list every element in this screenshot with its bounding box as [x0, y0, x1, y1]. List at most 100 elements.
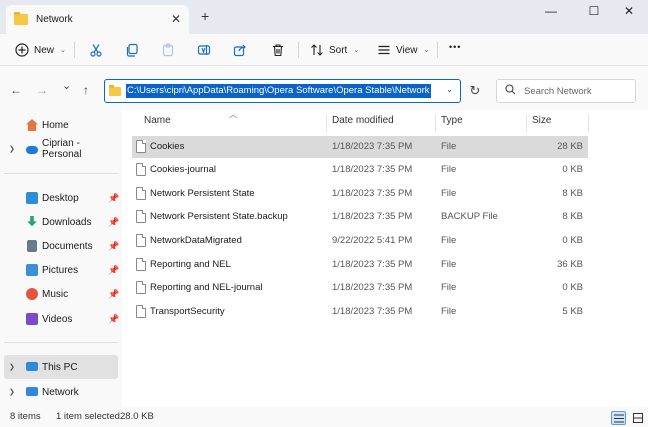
- selection-count: 1 item selected: [56, 411, 120, 422]
- sidebar-item-onedrive[interactable]: ❯ Ciprian - Personal: [0, 137, 118, 161]
- copy-button[interactable]: [124, 42, 140, 58]
- close-window-button[interactable]: ✕: [619, 4, 639, 18]
- search-input[interactable]: [524, 85, 624, 97]
- new-label: New: [34, 44, 55, 56]
- file-type: File: [441, 188, 457, 199]
- sidebar-item-this-pc[interactable]: ❯ This PC: [4, 355, 118, 379]
- file-icon: [136, 187, 146, 200]
- column-divider[interactable]: [526, 114, 527, 132]
- forward-button[interactable]: →: [36, 83, 48, 97]
- new-button[interactable]: New ⌄: [14, 42, 66, 58]
- file-icon: [136, 140, 146, 153]
- details-view-button[interactable]: [611, 411, 626, 425]
- sidebar-item-downloads[interactable]: Downloads 📌: [0, 210, 119, 234]
- cut-icon: [88, 42, 104, 58]
- sidebar-item-network[interactable]: ❯ Network: [0, 380, 118, 404]
- chevron-down-icon: ⌄: [60, 47, 66, 54]
- new-tab-button[interactable]: +: [201, 8, 209, 24]
- chevron-right-icon[interactable]: ❯: [9, 363, 15, 371]
- file-row[interactable]: Reporting and NEL-journal 1/18/2023 7:35…: [132, 277, 588, 299]
- sort-button[interactable]: Sort ⌄: [309, 42, 359, 58]
- sidebar-item-label: Downloads: [42, 216, 92, 228]
- chevron-right-icon[interactable]: ❯: [9, 145, 15, 153]
- sidebar-item-label: Desktop: [42, 192, 79, 204]
- up-button[interactable]: ↑: [83, 83, 89, 97]
- chevron-right-icon[interactable]: ❯: [9, 388, 15, 396]
- column-divider[interactable]: [326, 114, 327, 132]
- paste-button[interactable]: [160, 42, 176, 58]
- pin-icon: 📌: [108, 192, 120, 203]
- file-row[interactable]: Cookies 1/18/2023 7:35 PM File 28 KB: [132, 136, 588, 158]
- close-tab-button[interactable]: ✕: [171, 12, 181, 26]
- sort-icon: [309, 42, 325, 58]
- file-row[interactable]: Network Persistent State.backup 1/18/202…: [132, 206, 588, 228]
- this-pc-icon: [26, 362, 38, 371]
- file-icon: [136, 234, 146, 247]
- sidebar-item-home[interactable]: Home: [0, 113, 118, 137]
- file-row[interactable]: Cookies-journal 1/18/2023 7:35 PM File 0…: [132, 159, 588, 181]
- maximize-button[interactable]: ☐: [584, 4, 604, 18]
- file-row[interactable]: Reporting and NEL 1/18/2023 7:35 PM File…: [132, 254, 588, 276]
- file-icon: [136, 210, 146, 223]
- file-size: 5 KB: [562, 306, 583, 317]
- column-header-name[interactable]: Name: [144, 115, 171, 126]
- pin-icon: 📌: [108, 313, 120, 324]
- rename-icon: [196, 42, 212, 58]
- desktop-icon: [26, 192, 38, 204]
- file-row[interactable]: Network Persistent State 1/18/2023 7:35 …: [132, 183, 588, 205]
- back-button[interactable]: ←: [10, 83, 22, 97]
- address-bar[interactable]: C:\Users\cipri\AppData\Roaming\Opera Sof…: [104, 79, 461, 103]
- tiles-view-button[interactable]: [630, 411, 645, 425]
- sidebar-item-pictures[interactable]: Pictures 📌: [0, 258, 120, 282]
- column-header-date[interactable]: Date modified: [332, 115, 394, 126]
- toolbar-divider: [437, 42, 438, 58]
- column-header-type[interactable]: Type: [441, 115, 463, 126]
- refresh-button[interactable]: ↻: [463, 79, 487, 103]
- file-icon: [136, 281, 146, 294]
- onedrive-icon: [26, 146, 38, 154]
- minimize-button[interactable]: —: [541, 4, 561, 18]
- file-date: 1/18/2023 7:35 PM: [332, 188, 413, 199]
- sidebar-item-music[interactable]: Music 📌: [0, 282, 119, 306]
- file-date: 1/18/2023 7:35 PM: [332, 282, 413, 293]
- cut-button[interactable]: [88, 42, 104, 58]
- search-box[interactable]: [496, 79, 636, 103]
- file-row[interactable]: TransportSecurity 1/18/2023 7:35 PM File…: [132, 301, 588, 323]
- recent-locations-button[interactable]: ⌄: [62, 79, 71, 92]
- selection-size: 28.0 KB: [120, 411, 154, 422]
- file-row[interactable]: NetworkDataMigrated 9/22/2022 5:41 PM Fi…: [132, 230, 588, 252]
- tiles-view-icon: [632, 413, 643, 423]
- address-input[interactable]: C:\Users\cipri\AppData\Roaming\Opera Sof…: [126, 84, 431, 98]
- tab-network[interactable]: Network ✕: [6, 5, 189, 34]
- delete-icon: [270, 42, 286, 58]
- share-button[interactable]: [232, 42, 248, 58]
- command-bar: New ⌄ Sort ⌄ View ⌄ •••: [0, 34, 648, 66]
- file-date: 1/18/2023 7:35 PM: [332, 164, 413, 175]
- column-divider[interactable]: [435, 114, 436, 132]
- folder-icon: [109, 84, 121, 96]
- view-button[interactable]: View ⌄: [376, 42, 429, 58]
- file-type: File: [441, 306, 457, 317]
- chevron-down-icon[interactable]: ⌄: [446, 85, 453, 94]
- file-size: 8 KB: [562, 211, 583, 222]
- file-icon: [136, 258, 146, 271]
- column-divider[interactable]: [588, 114, 589, 132]
- file-size: 0 KB: [562, 235, 583, 246]
- file-name: TransportSecurity: [150, 306, 225, 317]
- file-icon: [136, 163, 146, 176]
- file-type: File: [441, 259, 457, 270]
- sidebar-item-desktop[interactable]: Desktop 📌: [0, 186, 120, 210]
- sidebar-item-documents[interactable]: Documents 📌: [0, 234, 119, 258]
- documents-icon: [27, 240, 37, 252]
- rename-button[interactable]: [196, 42, 212, 58]
- details-view-icon: [613, 414, 624, 422]
- more-options-button[interactable]: •••: [449, 42, 461, 52]
- copy-icon: [124, 42, 140, 58]
- music-icon: [26, 288, 38, 300]
- item-count: 8 items: [10, 411, 41, 422]
- sidebar-divider: [4, 173, 118, 174]
- column-header-size[interactable]: Size: [532, 115, 551, 126]
- sidebar-item-videos[interactable]: Videos 📌: [0, 307, 120, 331]
- pin-icon: 📌: [108, 264, 120, 275]
- delete-button[interactable]: [270, 42, 286, 58]
